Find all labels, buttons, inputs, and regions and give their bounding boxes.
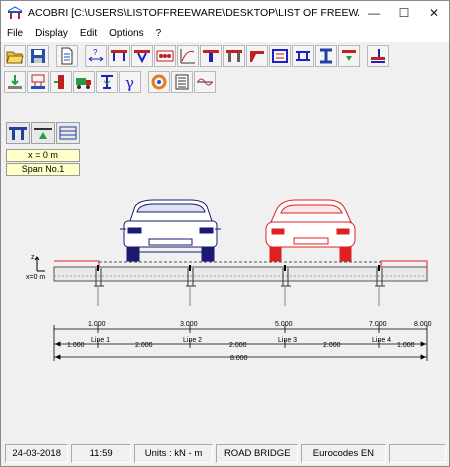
- line-label: Line 1: [91, 337, 110, 344]
- line-label: Line 3: [278, 337, 297, 344]
- close-button[interactable]: ✕: [419, 1, 449, 25]
- distance-label: 1.000: [88, 321, 106, 328]
- cantilever-icon: [250, 51, 264, 62]
- minimize-button[interactable]: —: [359, 1, 389, 25]
- right-vehicle: [265, 199, 356, 262]
- cantilever-button[interactable]: [246, 45, 268, 67]
- diagram-button[interactable]: [194, 71, 216, 93]
- bearing-button[interactable]: [367, 45, 389, 67]
- i-beam-icon: [320, 48, 332, 64]
- cycle-icon: [151, 74, 167, 90]
- bearing-icon: [371, 49, 385, 63]
- document-button[interactable]: [56, 45, 78, 67]
- spacing-label: 1.000: [397, 342, 415, 349]
- distance-label: 5.000: [275, 321, 293, 328]
- folder-open-icon: [6, 51, 24, 64]
- menu-edit[interactable]: Edit: [74, 28, 103, 39]
- distance-label: 7.000: [369, 321, 387, 328]
- menu-display[interactable]: Display: [29, 28, 74, 39]
- support-icon: [226, 50, 242, 62]
- wave-diagram-icon: [197, 78, 213, 86]
- deck-section-icon: [111, 50, 127, 61]
- bridge-cross-section: z x=0 m 1.000 3.000 5.000 7.000 8.000 Li…: [26, 199, 432, 362]
- support-button[interactable]: [223, 45, 245, 67]
- loads-icon: [342, 50, 356, 61]
- menu-bar: File Display Edit Options ?: [1, 25, 449, 42]
- gamma-factor-button[interactable]: γ: [119, 71, 141, 93]
- curve-icon: [180, 49, 195, 64]
- status-mode: ROAD BRIDGE: [216, 444, 299, 463]
- girders-icon: [156, 50, 174, 62]
- line-label: Line 4: [372, 337, 391, 344]
- beam-section-button[interactable]: [131, 45, 153, 67]
- status-units: Units : kN - m: [133, 444, 214, 463]
- title-bar: ACOBRI [C:\USERS\LISTOFFREEWARE\DESKTOP\…: [1, 1, 449, 25]
- window-title: ACOBRI [C:\USERS\LISTOFFREEWARE\DESKTOP\…: [28, 7, 359, 19]
- floppy-disk-icon: [31, 49, 45, 63]
- document-icon: [61, 47, 73, 65]
- z-axis-label: z: [31, 254, 35, 261]
- beam-section-icon: [134, 50, 150, 64]
- i-beam-button[interactable]: [315, 45, 337, 67]
- svg-text:γ: γ: [125, 74, 134, 91]
- box-girder-icon: [296, 51, 310, 61]
- braking-load-button[interactable]: [50, 71, 72, 93]
- origin-label: x=0 m: [26, 274, 45, 281]
- toolbar-main: ?: [4, 44, 390, 68]
- status-bar: 24-03-2018 11:59 Units : kN - m ROAD BRI…: [1, 441, 449, 466]
- frame-button[interactable]: [269, 45, 291, 67]
- pressure-load-button[interactable]: [27, 71, 49, 93]
- save-button[interactable]: [27, 45, 49, 67]
- truck-load-button[interactable]: [73, 71, 95, 93]
- menu-options[interactable]: Options: [103, 28, 149, 39]
- open-file-button[interactable]: [4, 45, 26, 67]
- frame-icon: [272, 49, 288, 63]
- status-time: 11:59: [71, 444, 131, 463]
- report-icon: [175, 74, 189, 90]
- svg-text:?: ?: [93, 48, 98, 57]
- distance-label: 8.000: [414, 321, 432, 328]
- load-curve-button[interactable]: [177, 45, 199, 67]
- app-bridge-icon: [7, 6, 23, 19]
- loads-button[interactable]: [338, 45, 360, 67]
- dimension-arrows-icon: ?: [88, 48, 104, 62]
- span-lengths-button[interactable]: ?: [85, 45, 107, 67]
- spacing-label: 2.000: [229, 342, 247, 349]
- total-length-label: 8.000: [230, 355, 248, 362]
- calculate-button[interactable]: [148, 71, 170, 93]
- vertical-load-button[interactable]: [4, 71, 26, 93]
- down-arrow-load-icon: [8, 75, 22, 89]
- braking-icon: [54, 75, 64, 89]
- z-axis: [34, 256, 45, 272]
- combination-button[interactable]: [96, 71, 118, 93]
- cross-girder-button[interactable]: [200, 45, 222, 67]
- combination-icon: [101, 75, 113, 89]
- line-label: Line 2: [183, 337, 202, 344]
- app-window: ACOBRI [C:\USERS\LISTOFFREEWARE\DESKTOP\…: [0, 0, 450, 467]
- left-vehicle: [120, 199, 221, 262]
- box-girder-button[interactable]: [292, 45, 314, 67]
- truck-icon: [76, 78, 91, 89]
- status-date: 24-03-2018: [5, 444, 69, 463]
- menu-file[interactable]: File: [1, 28, 29, 39]
- cross-girder-icon: [203, 50, 219, 62]
- menu-help[interactable]: ?: [150, 28, 168, 39]
- toolbar-secondary: γ: [4, 70, 217, 94]
- status-code: Eurocodes EN: [301, 444, 386, 463]
- gamma-icon: γ: [125, 74, 134, 91]
- report-button[interactable]: [171, 71, 193, 93]
- girders-button[interactable]: [154, 45, 176, 67]
- drawing-area[interactable]: x = 0 m Span No.1 z x=0 m 1.000 3.000 5.…: [4, 116, 446, 438]
- status-empty: [388, 444, 446, 463]
- maximize-button[interactable]: ☐: [389, 1, 419, 25]
- spacing-label: 2.000: [323, 342, 341, 349]
- spacing-label: 1.000: [67, 342, 85, 349]
- deck-section-button[interactable]: [108, 45, 130, 67]
- spacing-label: 2.000: [135, 342, 153, 349]
- distance-label: 3.000: [180, 321, 198, 328]
- deck-slab: [53, 260, 428, 282]
- pressure-load-icon: [31, 74, 45, 89]
